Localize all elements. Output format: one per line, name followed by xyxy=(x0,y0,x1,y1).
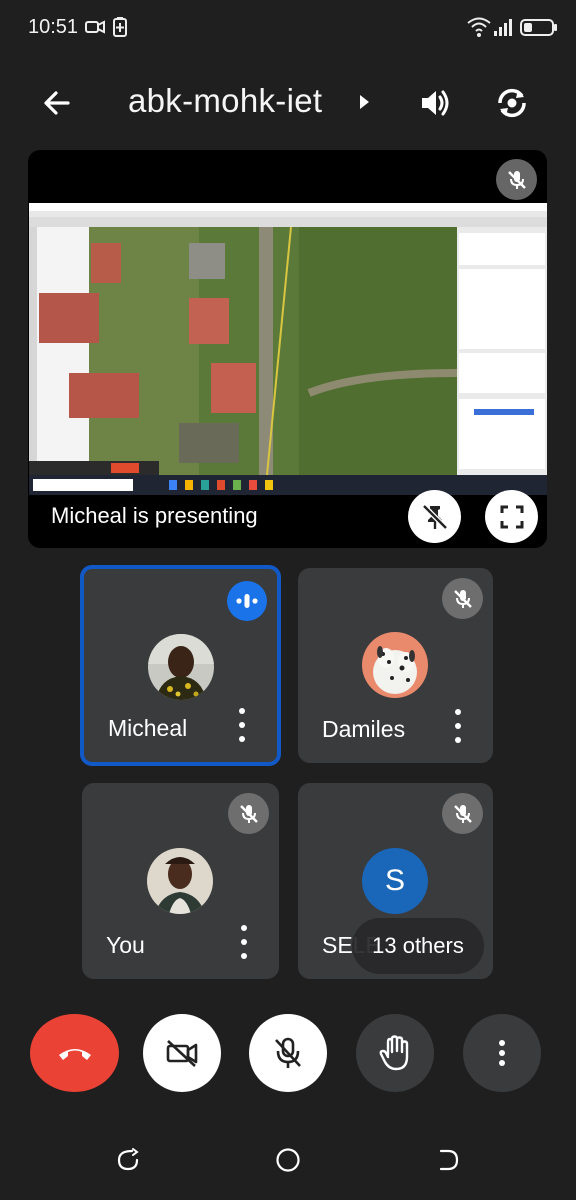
raise-hand-icon xyxy=(379,1035,409,1071)
audio-level-icon xyxy=(236,594,258,608)
participant-name: Damiles xyxy=(322,716,406,742)
participant-name: Micheal xyxy=(108,715,188,741)
home-icon xyxy=(276,1148,300,1172)
mic-off-icon xyxy=(239,804,258,823)
participant-menu-button[interactable] xyxy=(229,708,255,742)
camera-off-icon xyxy=(166,1040,198,1067)
home-button[interactable] xyxy=(268,1140,308,1180)
raise-hand-button[interactable] xyxy=(356,1014,434,1092)
fullscreen-button[interactable] xyxy=(485,490,538,543)
avatar-damiles xyxy=(362,632,428,698)
presenting-label: Micheal is presenting xyxy=(51,503,258,528)
wifi-icon xyxy=(466,16,492,43)
avatar-letter-s: S xyxy=(362,848,428,914)
switch-camera-button[interactable] xyxy=(487,78,537,128)
back-nav-icon xyxy=(439,1149,459,1171)
mic-off-icon xyxy=(453,804,472,823)
participant-tile-micheal[interactable]: Micheal xyxy=(80,565,281,766)
status-bar: 10:51 xyxy=(0,0,576,58)
avatar-micheal xyxy=(148,634,214,700)
speaker-button[interactable] xyxy=(410,78,460,128)
more-vert-icon xyxy=(499,1040,505,1066)
avatar-you xyxy=(147,848,213,914)
more-options-button[interactable] xyxy=(463,1014,541,1092)
unpin-icon xyxy=(421,503,448,530)
end-call-button[interactable] xyxy=(30,1014,119,1092)
mic-toggle-button[interactable] xyxy=(249,1014,327,1092)
speaking-indicator xyxy=(227,581,267,621)
end-call-icon xyxy=(58,1049,91,1060)
muted-badge xyxy=(442,793,483,834)
battery-saver-icon xyxy=(112,16,128,43)
recents-button[interactable] xyxy=(108,1140,148,1180)
speaker-icon xyxy=(422,90,449,116)
unpin-button[interactable] xyxy=(408,490,461,543)
mic-off-icon xyxy=(275,1037,301,1068)
back-nav-button[interactable] xyxy=(428,1140,468,1180)
battery-icon xyxy=(520,16,558,43)
participant-tile-damiles[interactable]: Damiles xyxy=(298,568,493,763)
switch-camera-icon xyxy=(498,88,526,118)
participant-name: You xyxy=(106,932,145,958)
signal-icon xyxy=(492,16,514,43)
presenter-mic-off-badge xyxy=(496,159,537,200)
fullscreen-icon xyxy=(500,505,523,528)
caret-right-icon[interactable] xyxy=(358,94,370,115)
muted-badge xyxy=(442,578,483,619)
participant-menu-button[interactable] xyxy=(445,709,471,743)
participant-menu-button[interactable] xyxy=(231,925,257,959)
meeting-header: abk-mohk-iet xyxy=(0,70,576,136)
back-button[interactable] xyxy=(32,78,82,128)
status-time: 10:51 xyxy=(28,16,79,38)
mic-off-icon xyxy=(507,170,526,189)
video-camera-icon xyxy=(84,16,106,43)
recents-icon xyxy=(117,1148,139,1171)
participant-tile-you[interactable]: You xyxy=(82,783,279,979)
back-arrow-icon xyxy=(44,91,70,115)
others-pill[interactable]: 13 others xyxy=(352,918,484,974)
presentation-card[interactable]: Micheal is presenting xyxy=(28,150,547,548)
muted-badge xyxy=(228,793,269,834)
camera-toggle-button[interactable] xyxy=(143,1014,221,1092)
mic-off-icon xyxy=(453,589,472,608)
shared-screen-thumbnail xyxy=(29,203,547,495)
meeting-title[interactable]: abk-mohk-iet xyxy=(128,82,322,120)
